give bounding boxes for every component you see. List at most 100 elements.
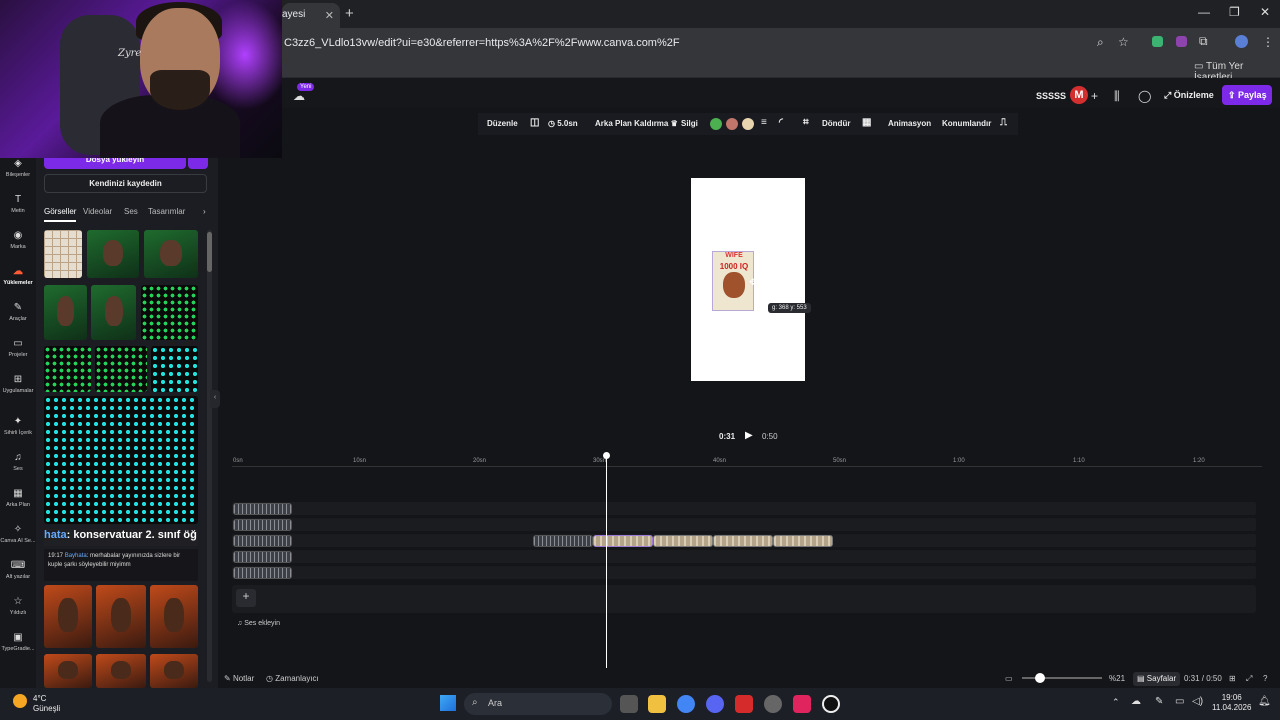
add-audio-button[interactable]: ♫ Ses ekleyin [237, 620, 280, 627]
color-swatch-2[interactable] [726, 118, 738, 130]
lines-icon[interactable]: ≡ [761, 117, 767, 128]
record-yourself-button[interactable]: Kendinizi kaydedin [44, 174, 207, 193]
image-thumb[interactable] [44, 230, 82, 278]
timeline-clip[interactable] [233, 551, 292, 563]
tab-audio[interactable]: Ses [124, 207, 138, 216]
tray-pen-icon[interactable]: ✎ [1155, 696, 1163, 707]
image-thumb[interactable] [44, 654, 92, 688]
star-icon[interactable]: ☆ [1118, 35, 1129, 49]
volume-icon[interactable]: ◁) [1192, 696, 1203, 707]
tab-videos[interactable]: Videolar [83, 207, 112, 216]
chevron-right-icon[interactable]: › [203, 207, 206, 216]
sidebar-item-8[interactable]: ♫ Ses [0, 452, 36, 472]
image-thumb[interactable] [96, 585, 146, 648]
timeline-clip[interactable] [233, 567, 292, 579]
playhead-handle[interactable] [603, 452, 610, 459]
sidebar-item-11[interactable]: ⌨ Alt yazılar [0, 560, 36, 580]
windows-start-icon[interactable] [440, 695, 456, 711]
timeline-clip[interactable] [233, 519, 292, 531]
tray-cloud-icon[interactable]: ☁ [1131, 696, 1141, 707]
sidebar-item-5[interactable]: ▭ Projeler [0, 338, 36, 358]
selected-sticker[interactable]: WIFE 1000 IQ [712, 251, 754, 311]
sidebar-item-10[interactable]: ✧ Canva AI Se... [0, 524, 36, 544]
timeline-clip[interactable] [233, 535, 292, 547]
tab-designs[interactable]: Tasarımlar [148, 207, 185, 216]
transparency-icon[interactable]: ▦ [862, 117, 871, 128]
image-thumb[interactable] [144, 230, 198, 278]
image-thumb[interactable] [44, 585, 92, 648]
network-icon[interactable]: ▭ [1175, 696, 1184, 707]
profile-icon[interactable] [1235, 35, 1248, 48]
image-thumb[interactable] [87, 230, 139, 278]
color-swatch-1[interactable] [710, 118, 722, 130]
zoom-icon[interactable]: ⌕ [1097, 35, 1104, 50]
comment-icon[interactable]: ◯ [1138, 89, 1151, 103]
url-text[interactable]: C3zz6_VLdlo13vw/edit?ui=e30&referrer=htt… [284, 37, 680, 49]
crop-icon[interactable]: ⌗ [803, 117, 809, 128]
insights-icon[interactable]: ⫼ [1114, 89, 1120, 104]
app-gray-icon[interactable] [764, 695, 782, 713]
zoom-level[interactable]: %21 [1109, 674, 1125, 683]
sidebar-item-12[interactable]: ☆ Yıldızlı [0, 596, 36, 616]
extension-purple-icon[interactable] [1176, 36, 1187, 47]
image-thumb[interactable] [91, 285, 136, 340]
timeline-clip[interactable] [713, 535, 773, 547]
animate-button[interactable]: Animasyon [888, 119, 931, 128]
help-icon[interactable]: ? [1263, 674, 1267, 683]
timer-button[interactable]: ◷ Zamanlayıcı [266, 674, 319, 683]
taskbar-search[interactable]: Ara [464, 693, 612, 715]
rotate-button[interactable]: Döndür [822, 119, 850, 128]
sidebar-item-3[interactable]: ☁ Yüklemeler [0, 266, 36, 286]
fullscreen-icon[interactable]: ⤢ [1246, 674, 1252, 684]
menu-dots-icon[interactable]: ⋮ [1262, 35, 1274, 49]
sidebar-item-2[interactable]: ◉ Marka [0, 230, 36, 250]
sidebar-item-0[interactable]: ◈ Bileşenler [0, 158, 36, 178]
color-swatch-3[interactable] [742, 118, 754, 130]
sidebar-item-7[interactable]: ✦ Sihirli İçerik [0, 416, 36, 436]
zoom-slider-handle[interactable] [1035, 673, 1045, 683]
timeline-clip[interactable] [533, 535, 593, 547]
preview-button[interactable]: ⤢ Önizleme [1160, 87, 1218, 105]
image-thumb[interactable] [44, 285, 87, 340]
task-view-icon[interactable] [620, 695, 638, 713]
timeline-clip-selected[interactable] [593, 535, 653, 547]
image-thumb[interactable] [95, 346, 147, 392]
timeline-clip[interactable] [233, 503, 292, 515]
image-thumb[interactable] [141, 285, 198, 340]
browser-tab[interactable]: ayesi ✕ [282, 3, 340, 28]
sidebar-item-9[interactable]: ▦ Arka Plan [0, 488, 36, 508]
image-thumb[interactable] [44, 396, 198, 524]
zoom-slider[interactable] [1022, 677, 1102, 679]
close-tab-icon[interactable]: ✕ [325, 9, 334, 22]
sidebar-item-1[interactable]: T Metin [0, 194, 36, 214]
notification-bell-icon[interactable]: 🔔︎ [1258, 696, 1271, 707]
close-window-icon[interactable]: ✕ [1260, 5, 1270, 19]
play-icon[interactable]: ▶ [745, 430, 753, 441]
tray-chevron-icon[interactable]: ⌃ [1112, 697, 1120, 708]
avatar[interactable]: M [1070, 86, 1088, 104]
image-thumb[interactable] [151, 346, 198, 392]
fit-view-icon[interactable]: ▭ [1005, 674, 1013, 683]
edit-button[interactable]: Düzenle [487, 119, 518, 128]
app-pink-icon[interactable] [793, 695, 811, 713]
corner-icon[interactable]: ◜ [779, 117, 783, 128]
playhead[interactable] [606, 456, 607, 668]
sidebar-item-6[interactable]: ⊞ Uygulamalar [0, 374, 36, 394]
image-thumb[interactable] [96, 654, 146, 688]
collapse-panel-button[interactable]: ‹ [210, 390, 220, 408]
document-title[interactable]: SSSSS [1036, 91, 1066, 101]
image-thumb[interactable] [150, 585, 198, 648]
image-thumb[interactable] [150, 654, 198, 688]
chrome-icon[interactable] [677, 695, 695, 713]
file-explorer-icon[interactable] [648, 695, 666, 713]
app-red-icon[interactable] [735, 695, 753, 713]
sidebar-item-4[interactable]: ✎ Araçlar [0, 302, 36, 322]
paint-roller-icon[interactable]: ⎍ [1000, 117, 1007, 128]
position-button[interactable]: Konumlandır [942, 119, 991, 128]
image-thumb[interactable] [44, 346, 91, 392]
new-tab-icon[interactable]: + [345, 5, 354, 22]
app-g-icon[interactable] [822, 695, 840, 713]
add-page-button[interactable]: + [236, 589, 256, 607]
taskbar-clock[interactable]: 19:06 11.04.2026 [1212, 693, 1251, 713]
bg-remove-button[interactable]: Arka Plan Kaldırma ♛ [595, 119, 678, 128]
